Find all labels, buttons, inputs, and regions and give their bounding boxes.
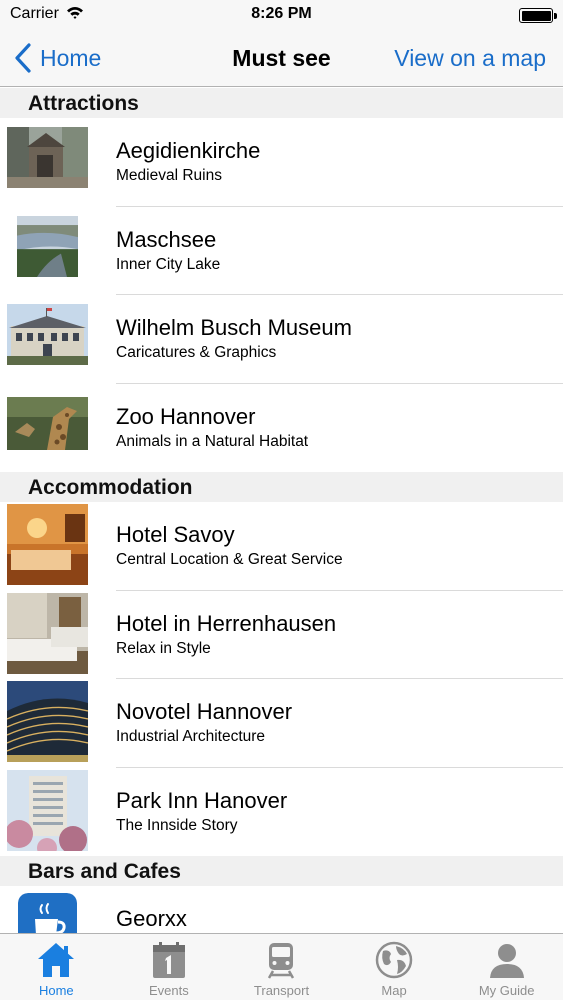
- home-icon: [38, 943, 75, 977]
- person-icon: [489, 944, 524, 978]
- list-item-hotel-savoy[interactable]: Hotel Savoy Central Location & Great Ser…: [0, 502, 563, 591]
- list-item-georxx[interactable]: Georxx: [0, 886, 563, 933]
- tab-label: Transport: [253, 983, 310, 998]
- item-title: Zoo Hannover: [116, 403, 256, 429]
- thumbnail-image: [7, 592, 88, 674]
- list-item-novotel-hannover[interactable]: Novotel Hannover Industrial Architecture: [0, 679, 563, 768]
- section-header-bars-and-cafes: Bars and Cafes: [0, 856, 563, 886]
- thumbnail-image: [7, 396, 88, 450]
- back-button-label: Home: [40, 44, 102, 71]
- item-title: Aegidienkirche: [116, 138, 261, 163]
- list-item-aegidienkirche[interactable]: Aegidienkirche Medieval Ruins: [0, 118, 563, 207]
- item-subtitle: Animals in a Natural Habitat: [116, 432, 309, 450]
- thumbnail-image: [7, 127, 88, 188]
- tab-label: Events: [149, 983, 189, 998]
- item-subtitle: Industrial Architecture: [116, 728, 266, 745]
- item-title: Hotel Savoy: [116, 522, 235, 547]
- tab-home[interactable]: Home: [0, 934, 113, 1000]
- tab-label: Map: [381, 983, 407, 998]
- thumbnail-image: [7, 304, 88, 365]
- item-subtitle: Caricatures & Graphics: [116, 344, 277, 361]
- list-item-hotel-in-herrenhausen[interactable]: Hotel in Herrenhausen Relax in Style: [0, 590, 563, 679]
- item-title: Wilhelm Busch Museum: [116, 315, 352, 340]
- list-item-park-inn-hanover[interactable]: Park Inn Hanover The Innside Story: [0, 767, 563, 856]
- clock: 8:26 PM: [251, 5, 312, 22]
- item-subtitle: Medieval Ruins: [116, 167, 222, 184]
- battery-icon: [519, 8, 557, 23]
- section-header-accommodation: Accommodation: [0, 472, 563, 502]
- item-subtitle: Inner City Lake: [116, 255, 221, 273]
- item-title: Park Inn Hanover: [116, 787, 288, 813]
- view-on-map-button[interactable]: View on a map: [394, 45, 546, 72]
- list-item-wilhelm-busch-museum[interactable]: Wilhelm Busch Museum Caricatures & Graph…: [0, 295, 563, 384]
- must-see-list[interactable]: Attractions Aegidienkirche Medieval Ruin…: [0, 88, 563, 933]
- item-title: Maschsee: [116, 226, 217, 252]
- status-bar: Carrier 8:26 PM: [0, 0, 563, 30]
- tab-label: My Guide: [478, 983, 535, 998]
- tab-map[interactable]: Map: [338, 934, 451, 1000]
- item-subtitle: Relax in Style: [116, 639, 211, 657]
- globe-icon: [375, 941, 413, 979]
- list-item-zoo-hannover[interactable]: Zoo Hannover Animals in a Natural Habita…: [0, 383, 563, 472]
- tab-transport[interactable]: Transport: [225, 934, 338, 1000]
- section-header-attractions: Attractions: [0, 88, 563, 118]
- train-icon: [268, 943, 295, 979]
- thumbnail-image: [7, 504, 88, 585]
- coffee-cup-icon: [18, 893, 77, 933]
- chevron-left-icon: [15, 43, 31, 73]
- calendar-icon: [152, 942, 185, 978]
- item-title: Georxx: [116, 906, 187, 931]
- item-title: Hotel in Herrenhausen: [116, 610, 337, 636]
- navigation-bar: Home Must see View on a map: [0, 30, 563, 87]
- tab-bar: Home Events Transport Map My Guide: [0, 933, 563, 1000]
- thumbnail-image: [17, 215, 78, 277]
- thumbnail-image: [7, 681, 88, 762]
- thumbnail-image: [7, 769, 88, 851]
- item-title: Novotel Hannover: [116, 699, 293, 724]
- item-subtitle: The Innside Story: [116, 816, 238, 834]
- list-item-maschsee[interactable]: Maschsee Inner City Lake: [0, 206, 563, 295]
- item-subtitle: Central Location & Great Service: [116, 551, 343, 568]
- tab-my-guide[interactable]: My Guide: [450, 934, 563, 1000]
- back-button[interactable]: Home: [14, 42, 101, 74]
- tab-events[interactable]: Events: [113, 934, 226, 1000]
- tab-label: Home: [38, 983, 74, 998]
